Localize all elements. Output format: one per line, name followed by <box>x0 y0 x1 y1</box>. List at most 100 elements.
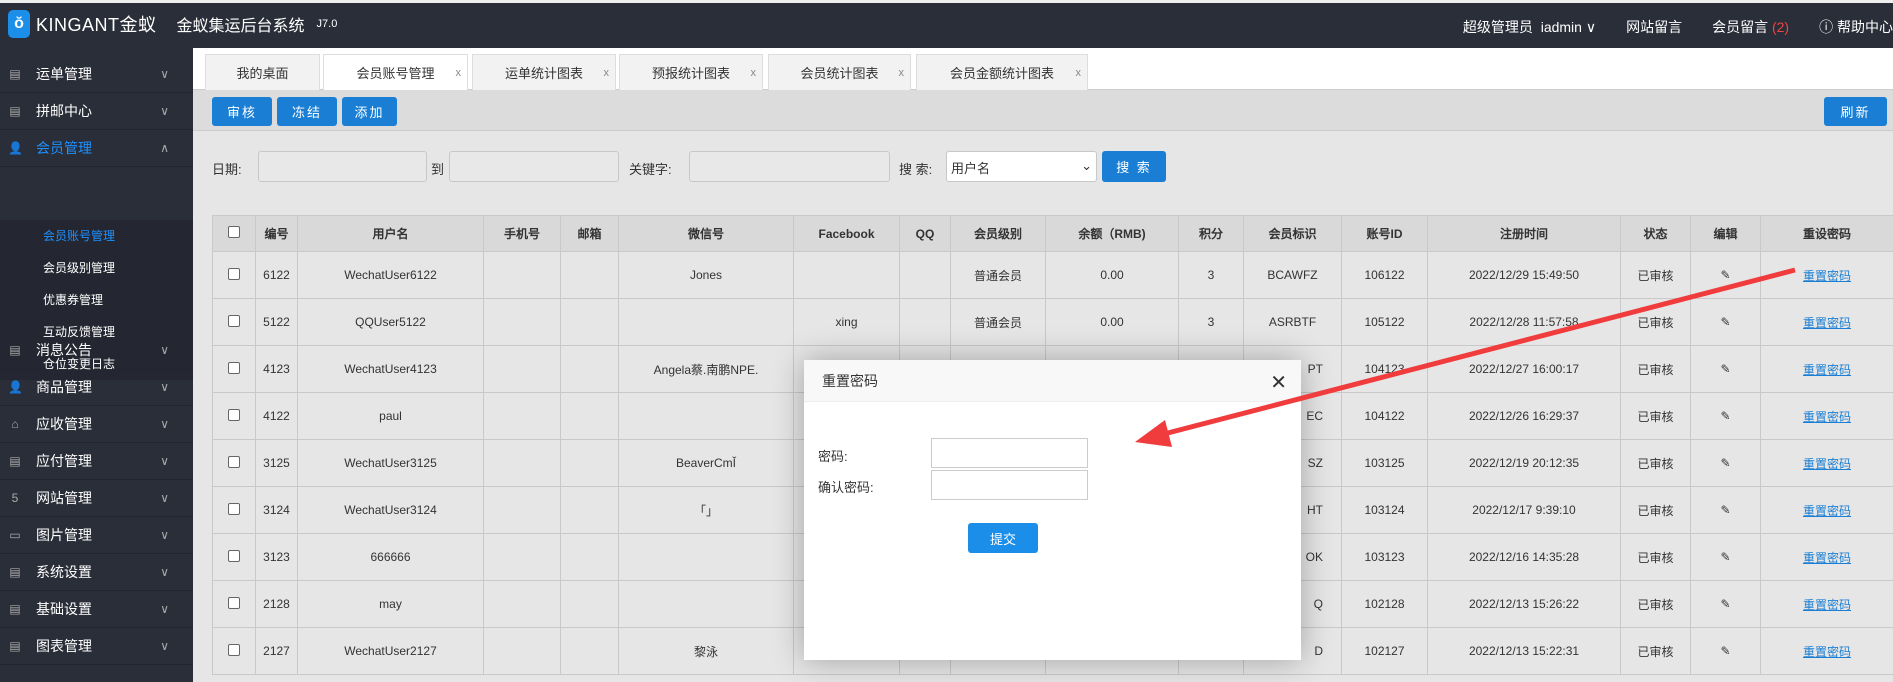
row-checkbox[interactable] <box>212 392 256 440</box>
sidebar-item-1[interactable]: ▤ 运单管理 ∨ <box>0 56 193 93</box>
reset-password-link[interactable]: 重置密码 <box>1803 551 1851 565</box>
edit-icon[interactable]: ✎ <box>1690 580 1761 628</box>
member-messages-link[interactable]: 会员留言 (2) <box>1712 17 1789 37</box>
password-label: 密码: <box>818 449 848 464</box>
reset-password-link[interactable]: 重置密码 <box>1803 316 1851 330</box>
tab-5[interactable]: 会员统计图表 x <box>768 54 911 90</box>
tab-1[interactable]: 我的桌面 <box>205 54 320 90</box>
audit-button[interactable]: 审核 <box>212 97 272 126</box>
table-row: 6122 WechatUser6122 Jones 普通会员 0.00 3 BCAWFZ 10… <box>212 251 1893 299</box>
sidebar-subitem-3[interactable]: 优惠券管理 <box>43 291 103 308</box>
table-cell: 105122 <box>1341 298 1428 346</box>
table-cell: WechatUser4123 <box>297 345 484 393</box>
row-checkbox[interactable] <box>212 486 256 534</box>
close-tab-icon[interactable]: x <box>1076 67 1082 79</box>
edit-icon[interactable]: ✎ <box>1690 345 1761 393</box>
column-header: 会员级别 <box>950 215 1046 252</box>
reset-password-link[interactable]: 重置密码 <box>1803 504 1851 518</box>
version-label: J7.0 <box>316 18 338 30</box>
chevron-down-icon: ∨ <box>160 491 169 505</box>
edit-icon[interactable]: ✎ <box>1690 392 1761 440</box>
sidebar-item-2[interactable]: ▤ 拼邮中心 ∨ <box>0 93 193 130</box>
sidebar-item-9[interactable]: ▭ 图片管理 ∨ <box>0 517 193 554</box>
row-checkbox[interactable] <box>212 627 256 675</box>
sidebar-item-label: 图片管理 <box>36 527 92 543</box>
table-cell <box>793 251 900 299</box>
sidebar-item-11[interactable]: ▤ 基础设置 ∨ <box>0 591 193 628</box>
row-checkbox[interactable] <box>212 439 256 487</box>
sidebar-subitem-5[interactable]: 仓位变更日志 <box>43 355 115 372</box>
tab-6[interactable]: 会员金额统计图表 x <box>916 54 1088 90</box>
tab-3[interactable]: 运单统计图表 x <box>472 54 616 90</box>
table-cell: 2128 <box>255 580 298 628</box>
table-cell: 2022/12/13 15:26:22 <box>1427 580 1621 628</box>
column-header: 状态 <box>1620 215 1691 252</box>
edit-icon[interactable]: ✎ <box>1690 627 1761 675</box>
sidebar-item-8[interactable]: 5 网站管理 ∨ <box>0 480 193 517</box>
row-checkbox[interactable] <box>212 251 256 299</box>
user-menu[interactable]: 超级管理员 iadmin ∨ <box>1463 17 1596 37</box>
row-checkbox[interactable] <box>212 580 256 628</box>
keyword-input[interactable] <box>689 151 890 182</box>
tab-4[interactable]: 预报统计图表 x <box>619 54 763 90</box>
sidebar-subitem-4[interactable]: 互动反馈管理 <box>43 323 115 340</box>
refresh-button[interactable]: 刷新 <box>1824 97 1887 126</box>
table-cell: 已审核 <box>1620 345 1691 393</box>
freeze-button[interactable]: 冻结 <box>277 97 337 126</box>
reset-password-link[interactable]: 重置密码 <box>1803 363 1851 377</box>
search-field-select[interactable]: 用户名 ⌄ <box>946 151 1097 182</box>
table-cell: 666666 <box>297 533 484 581</box>
close-icon[interactable]: ✕ <box>1270 370 1287 395</box>
sidebar-item-10[interactable]: ▤ 系统设置 ∨ <box>0 554 193 591</box>
edit-icon[interactable]: ✎ <box>1690 251 1761 299</box>
date-to-input[interactable] <box>449 151 619 182</box>
table-cell: 普通会员 <box>950 251 1046 299</box>
table-cell <box>483 627 561 675</box>
date-from-input[interactable] <box>258 151 427 182</box>
password-input[interactable] <box>931 438 1088 468</box>
sidebar-item-label: 运单管理 <box>36 66 92 82</box>
select-all-checkbox[interactable] <box>212 215 256 252</box>
table-cell: 4123 <box>255 345 298 393</box>
document-icon: ▤ <box>9 343 21 357</box>
help-link[interactable]: ⓘ 帮助中心 <box>1819 17 1893 37</box>
table-cell: 6122 <box>255 251 298 299</box>
site-messages-link[interactable]: 网站留言 <box>1626 17 1682 37</box>
table-cell: 黎泳 <box>618 627 794 675</box>
table-cell: 已审核 <box>1620 298 1691 346</box>
tab-2[interactable]: 会员账号管理 x <box>323 54 468 90</box>
table-cell: 2022/12/29 15:49:50 <box>1427 251 1621 299</box>
row-checkbox[interactable] <box>212 345 256 393</box>
column-header: QQ <box>899 215 951 252</box>
sidebar-item-5[interactable]: 👤 商品管理 ∨ <box>0 369 193 406</box>
search-button[interactable]: 搜 索 <box>1102 151 1166 182</box>
add-button[interactable]: 添加 <box>342 97 397 126</box>
close-tab-icon[interactable]: x <box>456 67 462 79</box>
row-checkbox[interactable] <box>212 298 256 346</box>
reset-password-link[interactable]: 重置密码 <box>1803 645 1851 659</box>
reset-password-link[interactable]: 重置密码 <box>1803 269 1851 283</box>
sidebar-subitem-2[interactable]: 会员级别管理 <box>43 259 115 276</box>
sidebar-item-6[interactable]: ⌂ 应收管理 ∨ <box>0 406 193 443</box>
column-header: 微信号 <box>618 215 794 252</box>
reset-password-link[interactable]: 重置密码 <box>1803 457 1851 471</box>
sidebar-item-3[interactable]: 👤 会员管理 ∧ <box>0 130 193 167</box>
confirm-password-input[interactable] <box>931 470 1088 500</box>
edit-icon[interactable]: ✎ <box>1690 486 1761 534</box>
close-tab-icon[interactable]: x <box>604 67 610 79</box>
username: iadmin ∨ <box>1540 19 1597 35</box>
sidebar-item-12[interactable]: ▤ 图表管理 ∨ <box>0 628 193 665</box>
sidebar-subitem-1[interactable]: 会员账号管理 <box>43 227 115 244</box>
reset-password-link[interactable]: 重置密码 <box>1803 410 1851 424</box>
close-tab-icon[interactable]: x <box>751 67 757 79</box>
reset-password-link[interactable]: 重置密码 <box>1803 598 1851 612</box>
edit-icon[interactable]: ✎ <box>1690 533 1761 581</box>
close-tab-icon[interactable]: x <box>899 67 905 79</box>
logo: ŏ KINGANT金蚁 金蚁集运后台系统 J7.0 <box>8 10 337 38</box>
submit-button[interactable]: 提交 <box>968 523 1038 553</box>
sidebar-item-7[interactable]: ▤ 应付管理 ∨ <box>0 443 193 480</box>
row-checkbox[interactable] <box>212 533 256 581</box>
edit-icon[interactable]: ✎ <box>1690 298 1761 346</box>
column-header: 编号 <box>255 215 298 252</box>
edit-icon[interactable]: ✎ <box>1690 439 1761 487</box>
